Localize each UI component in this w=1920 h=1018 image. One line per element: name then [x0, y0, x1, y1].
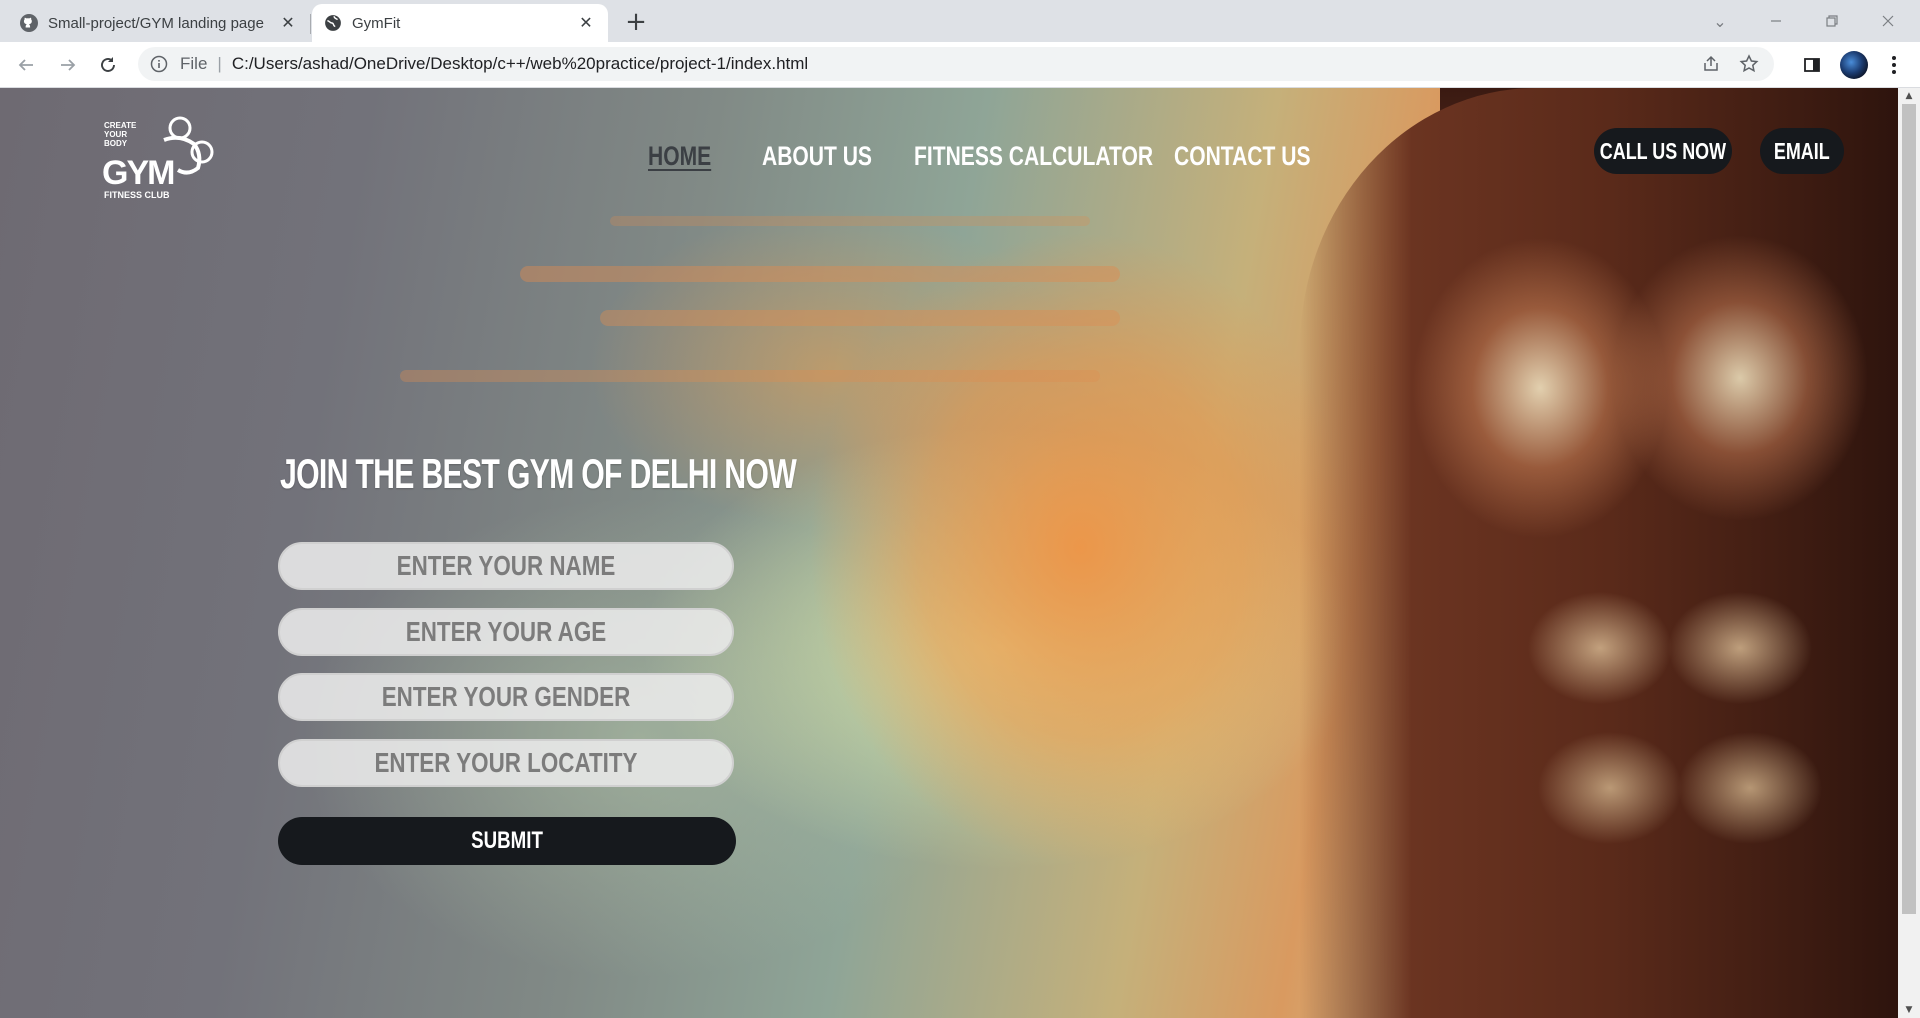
- scroll-down-arrow-icon[interactable]: ▼: [1898, 1002, 1920, 1018]
- restore-icon[interactable]: [1804, 0, 1860, 42]
- call-us-now-button[interactable]: CALL US NOW: [1594, 128, 1732, 174]
- nav-contact-us[interactable]: CONTACT US: [1174, 141, 1311, 172]
- logo-subtitle: FITNESS CLUB: [104, 190, 170, 200]
- scrollbar-thumb[interactable]: [1902, 104, 1916, 914]
- github-icon: [20, 14, 38, 32]
- age-field[interactable]: [278, 608, 734, 656]
- reload-icon[interactable]: [92, 49, 124, 81]
- submit-button[interactable]: SUBMIT: [278, 817, 736, 865]
- age-input[interactable]: [325, 610, 687, 654]
- url-text[interactable]: C:/Users/ashad/OneDrive/Desktop/c++/web%…: [232, 54, 808, 74]
- nav-about-us[interactable]: ABOUT US: [762, 141, 872, 172]
- logo-line2: YOUR: [104, 130, 127, 139]
- bookmark-star-icon[interactable]: [1732, 47, 1766, 81]
- gender-field[interactable]: [278, 673, 734, 721]
- paint-streak: [520, 266, 1120, 282]
- back-arrow-icon[interactable]: [10, 49, 42, 81]
- tab-search-chevron-icon[interactable]: ⌄: [1692, 0, 1748, 42]
- name-input[interactable]: [325, 544, 687, 588]
- paint-streak: [600, 310, 1120, 326]
- globe-icon: [325, 15, 341, 31]
- kebab-menu-icon[interactable]: [1878, 49, 1910, 81]
- page-viewport: CREATE YOUR BODY GYM FITNESS CLUB HOME A…: [0, 88, 1898, 1018]
- tab-title: GymFit: [352, 14, 401, 32]
- new-tab-plus-icon[interactable]: +: [622, 7, 650, 37]
- page-scrollbar[interactable]: ▲ ▼: [1898, 88, 1920, 1018]
- locality-input[interactable]: [325, 741, 687, 785]
- hero-headline: JOIN THE BEST GYM OF DELHI NOW: [280, 450, 797, 497]
- nav-home[interactable]: HOME: [648, 141, 711, 172]
- gym-logo-mark: CREATE YOUR BODY GYM FITNESS CLUB: [102, 116, 214, 200]
- forward-arrow-icon[interactable]: [52, 49, 84, 81]
- paint-streak: [400, 370, 1100, 382]
- locality-field[interactable]: [278, 739, 734, 787]
- tab-close-icon[interactable]: ✕: [576, 13, 596, 33]
- athlete-torso-image: [1300, 88, 1898, 1018]
- profile-avatar[interactable]: [1838, 49, 1870, 81]
- tab-github-project[interactable]: Small-project/GYM landing page ✕: [8, 4, 310, 42]
- share-icon[interactable]: [1694, 47, 1728, 81]
- window-close-icon[interactable]: [1860, 0, 1916, 42]
- nav-fitness-calculator[interactable]: FITNESS CALCULATOR: [914, 141, 1153, 172]
- tab-gymfit[interactable]: GymFit ✕: [312, 4, 608, 42]
- scheme-divider: |: [217, 54, 222, 73]
- call-us-now-label: CALL US NOW: [1599, 137, 1727, 164]
- logo-line1: CREATE: [104, 121, 137, 130]
- info-icon[interactable]: [150, 55, 168, 73]
- browser-toolbar: File | C:/Users/ashad/OneDrive/Desktop/c…: [0, 42, 1920, 88]
- logo-line3: BODY: [104, 139, 128, 148]
- paint-streak: [610, 216, 1090, 226]
- gym-logo[interactable]: CREATE YOUR BODY GYM FITNESS CLUB: [102, 116, 220, 200]
- tab-close-icon[interactable]: ✕: [278, 13, 298, 33]
- tab-separator: [310, 14, 311, 34]
- address-bar[interactable]: File | C:/Users/ashad/OneDrive/Desktop/c…: [138, 47, 1774, 81]
- side-panel-icon[interactable]: [1796, 49, 1828, 81]
- name-field[interactable]: [278, 542, 734, 590]
- gender-input[interactable]: [325, 675, 687, 719]
- email-button[interactable]: EMAIL: [1760, 128, 1844, 174]
- scheme-label: File: [180, 54, 208, 73]
- minimize-icon[interactable]: [1748, 0, 1804, 42]
- email-label: EMAIL: [1774, 137, 1830, 164]
- logo-mark-text: GYM: [102, 154, 174, 192]
- scroll-up-arrow-icon[interactable]: ▲: [1898, 88, 1920, 104]
- submit-label: SUBMIT: [471, 827, 543, 854]
- tab-strip: Small-project/GYM landing page ✕ GymFit …: [0, 0, 1920, 42]
- tab-title: Small-project/GYM landing page: [48, 14, 264, 32]
